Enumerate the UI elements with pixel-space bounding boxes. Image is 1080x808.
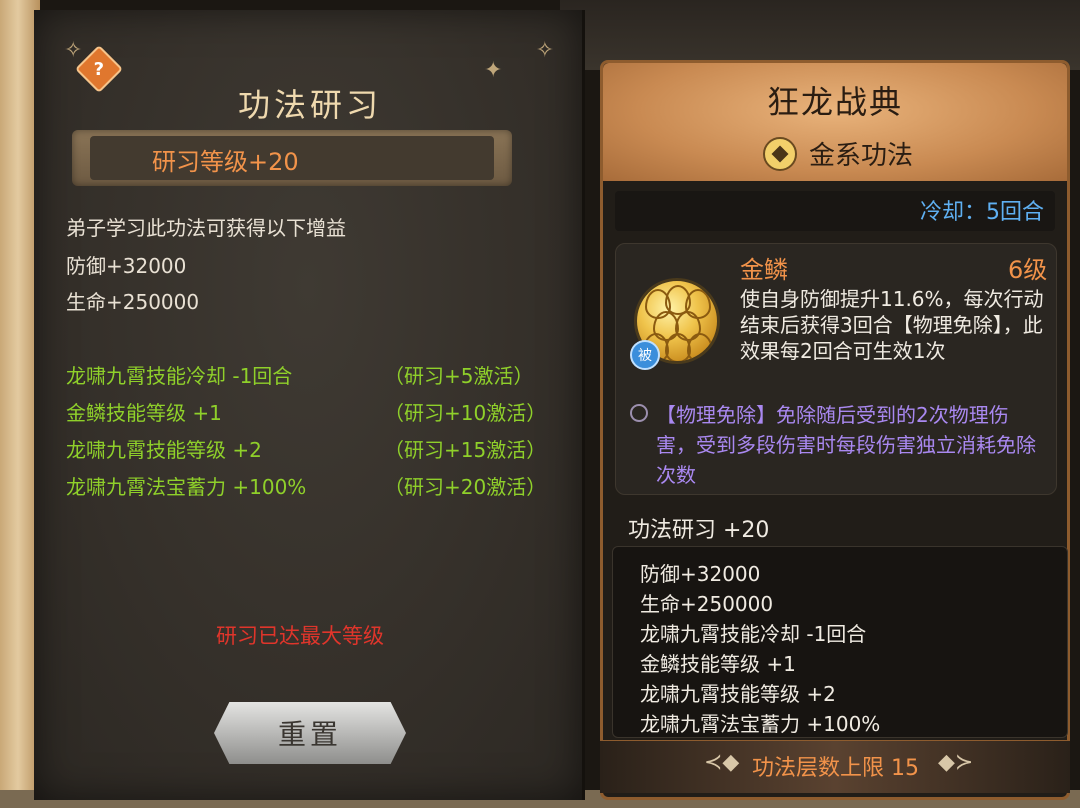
bonus-text: 龙啸九霄技能等级 +2 (66, 438, 262, 462)
study-level: 研习等级+20 (152, 148, 299, 176)
reset-button-label: 重置 (277, 718, 342, 751)
bonus-activation: （研习+20激活） (384, 475, 547, 499)
ornament-right-icon: ◆≻ (938, 750, 974, 775)
study-line: 龙啸九霄技能冷却 -1回合 (640, 622, 867, 646)
school-label: 金系功法 (809, 141, 914, 171)
skill-name: 金鳞 (740, 256, 788, 284)
bonus-activation: （研习+5激活） (384, 364, 534, 388)
bonus-text: 龙啸九霄法宝蓄力 +100% (66, 475, 307, 499)
reset-button[interactable]: 重置 (214, 702, 406, 764)
technique-school: 金系功法 (763, 135, 913, 172)
skill-level: 6级 (1008, 256, 1048, 284)
study-line: 龙啸九霄技能等级 +2 (640, 682, 836, 706)
cooldown-label: 冷却：5回合 (920, 200, 1044, 225)
metal-element-icon (763, 136, 797, 171)
bonus-text: 金鳞技能等级 +1 (66, 401, 222, 425)
swirl-icon (630, 404, 648, 422)
bonus-row: 金鳞技能等级 +1 （研习+10激活） (66, 397, 546, 426)
ornament-left-icon: ≺◆ (704, 750, 740, 775)
study-line: 金鳞技能等级 +1 (640, 652, 796, 676)
study-line: 生命+250000 (640, 592, 774, 616)
stat-defense: 防御+32000 (66, 254, 187, 278)
panel-header: 狂龙战典 金系功法 (603, 63, 1067, 181)
bonus-text: 龙啸九霄技能冷却 -1回合 (66, 364, 293, 388)
bonus-activation: （研习+15激活） (384, 438, 547, 462)
term-explanation: 【物理免除】免除随后受到的2次物理伤害，受到多段伤害时每段伤害独立消耗免除次数 (656, 403, 1036, 487)
bonus-intro: 弟子学习此功法可获得以下增益 (66, 216, 346, 240)
page-title: 功法研习 (237, 86, 382, 124)
technique-title: 狂龙战典 (766, 83, 903, 121)
skill-description: 使自身防御提升11.6%，每次行动结束后获得3回合【物理免除】，此效果每2回合可… (740, 287, 1044, 363)
stat-hp: 生命+250000 (66, 290, 200, 314)
study-line: 防御+32000 (640, 562, 761, 586)
sparkle-icon: ✦ (484, 58, 503, 83)
bonus-activation: （研习+10激活） (384, 401, 547, 425)
study-section-title: 功法研习 +20 (628, 518, 770, 543)
study-line: 龙啸九霄法宝蓄力 +100% (640, 712, 881, 736)
corner-ornament-icon: ✧ (535, 38, 554, 63)
layer-limit: 功法层数上限 15 (752, 756, 919, 781)
bonus-row: 龙啸九霄法宝蓄力 +100% （研习+20激活） (66, 471, 546, 500)
passive-badge-icon: 被 (630, 340, 660, 370)
bonus-row: 龙啸九霄技能冷却 -1回合 （研习+5激活） (66, 360, 546, 389)
corner-ornament-icon: ✧ (64, 38, 83, 63)
bonus-row: 龙啸九霄技能等级 +2 （研习+15激活） (66, 434, 546, 463)
max-level-notice: 研习已达最大等级 (216, 624, 384, 648)
